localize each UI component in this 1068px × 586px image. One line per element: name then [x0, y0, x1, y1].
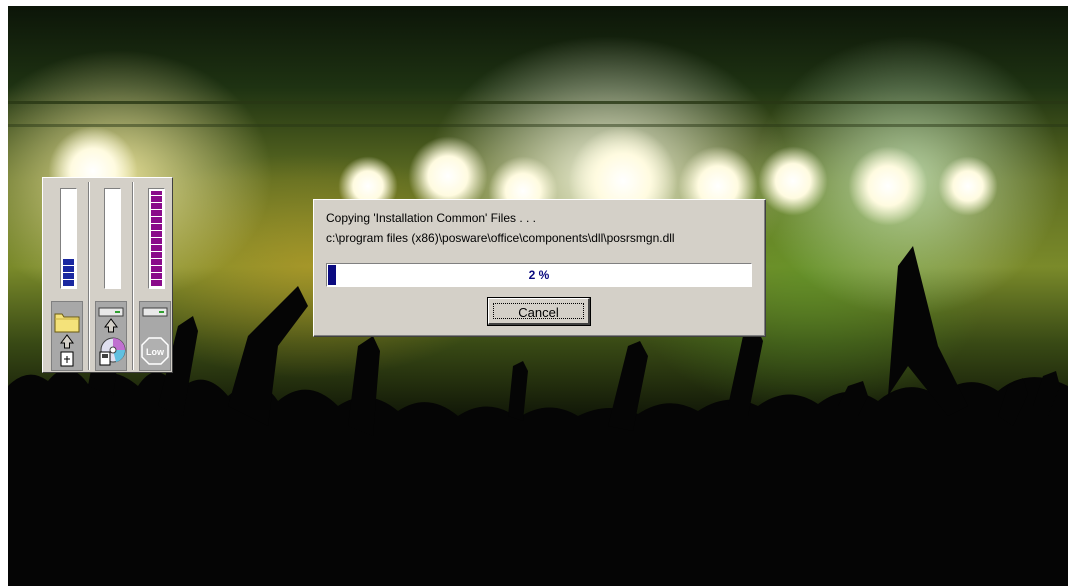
source-gauge	[60, 188, 77, 289]
free-space-gauge	[148, 188, 165, 289]
meter-divider	[132, 182, 134, 370]
source-gauge-fill	[63, 257, 74, 286]
drive-low-icon: Low	[139, 301, 171, 371]
cancel-button[interactable]: Cancel	[487, 297, 591, 326]
cancel-button-label: Cancel	[518, 304, 559, 320]
meter-column-free-space: Low	[135, 182, 175, 371]
disk-space-meter: Low	[42, 177, 173, 373]
meter-column-source	[47, 182, 87, 371]
low-label: Low	[146, 347, 165, 357]
copy-progress-dialog: Copying 'Installation Common' Files . . …	[313, 199, 766, 337]
status-line: Copying 'Installation Common' Files . . …	[326, 211, 536, 225]
file-path: c:\program files (x86)\posware\office\co…	[326, 231, 675, 245]
destination-gauge	[104, 188, 121, 289]
progress-text: 2 %	[528, 268, 550, 282]
disk-to-drive-icon	[95, 301, 127, 371]
free-space-gauge-fill	[151, 191, 162, 286]
meter-column-destination	[91, 182, 131, 371]
progress-bar: 2 %	[326, 263, 752, 287]
meter-divider	[88, 182, 90, 370]
folder-upload-icon	[51, 301, 83, 371]
